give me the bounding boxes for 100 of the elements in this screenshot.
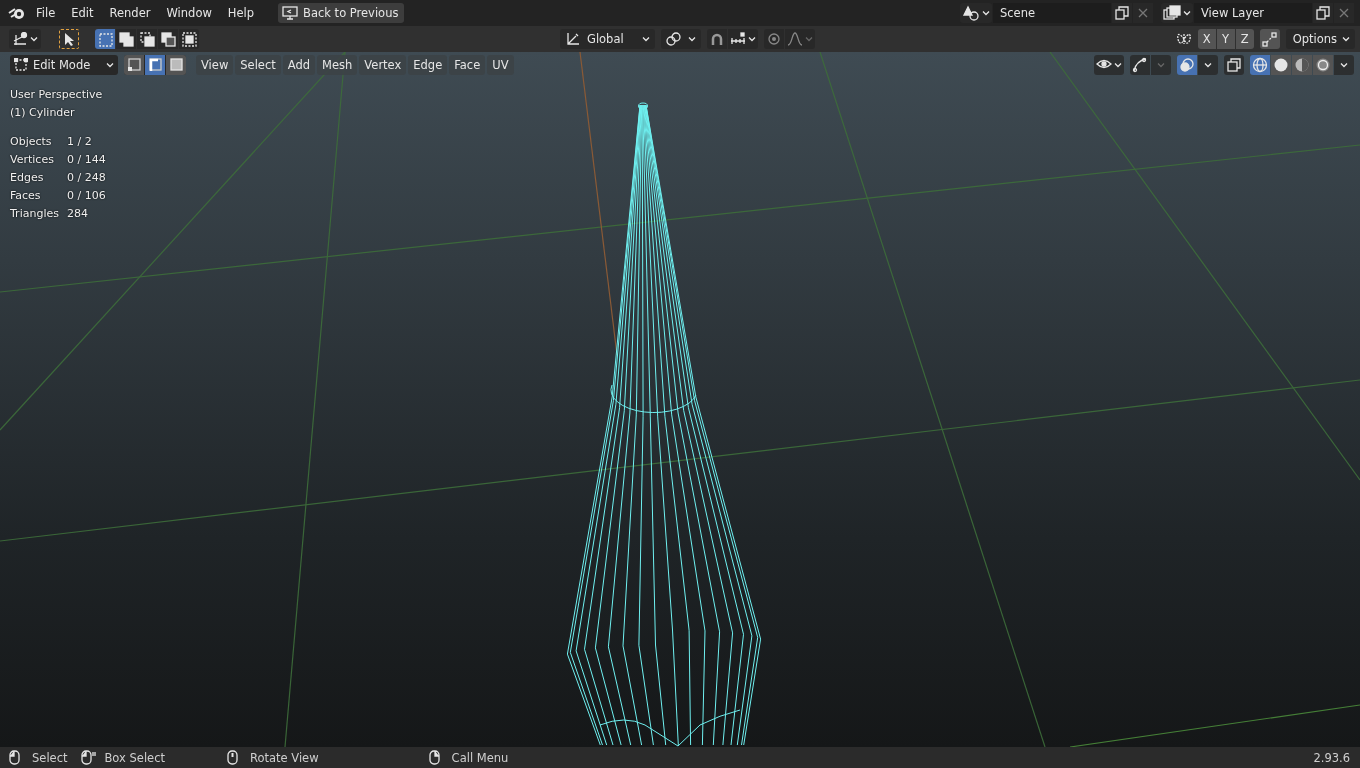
selection-mode-button[interactable]: [179, 29, 199, 49]
cursor-icon: [63, 32, 75, 46]
scene-field[interactable]: Scene: [993, 3, 1111, 23]
shading-mode-button[interactable]: [1250, 54, 1270, 75]
x-ray-icon: [1227, 57, 1241, 72]
shading-sphere-icon: [1252, 56, 1268, 73]
object-name: (1) Cylinder: [10, 105, 75, 121]
select-mode-icon: [147, 57, 163, 72]
shading-dropdown[interactable]: [1334, 54, 1354, 75]
duplicate-button[interactable]: [1112, 3, 1132, 23]
view-layer-field[interactable]: View Layer: [1194, 3, 1312, 23]
back-to-previous-button[interactable]: Back to Previous: [278, 3, 405, 23]
select-mode-button[interactable]: [124, 54, 144, 75]
close-button[interactable]: [1334, 3, 1354, 23]
mirror-axis-toggle[interactable]: Y: [1216, 29, 1235, 49]
view-layer-selector[interactable]: [1161, 3, 1193, 23]
menu-button[interactable]: Face: [449, 54, 486, 75]
snap-mode-dropdown[interactable]: [727, 29, 758, 49]
visibility-dropdown[interactable]: [1094, 54, 1124, 75]
shortcut-hint: Box Select: [104, 750, 165, 765]
view-name: User Perspective: [10, 87, 103, 103]
mouse-icon: [81, 750, 97, 765]
stat-label: Vertices: [10, 152, 54, 168]
merge-icon: [1262, 31, 1278, 47]
shortcut-hint: Rotate View: [250, 750, 319, 765]
snap-toggle[interactable]: [706, 29, 727, 49]
shortcut-hint: Call Menu: [451, 750, 509, 765]
caret-icon: [641, 36, 650, 42]
copy-icon: [1115, 6, 1129, 20]
caret-icon: [1157, 61, 1165, 68]
stat-label: Objects: [10, 134, 52, 150]
overlays-dropdown[interactable]: [1198, 54, 1218, 75]
editor-type-button[interactable]: [9, 29, 41, 49]
overlays-toggle[interactable]: [1177, 54, 1197, 75]
edit-mode-icon: [14, 57, 28, 72]
orientation-dropdown[interactable]: Global: [559, 29, 655, 49]
circle-dot-icon: [766, 32, 781, 46]
magnet-icon: [709, 32, 724, 46]
menu-button[interactable]: Select: [235, 54, 281, 75]
mode-dropdown[interactable]: Edit Mode: [10, 54, 118, 75]
menu-button[interactable]: View: [196, 54, 234, 75]
stat-label: Triangles: [10, 206, 59, 222]
menu-item[interactable]: Help: [219, 6, 263, 20]
select-tool-button[interactable]: [59, 29, 79, 49]
mirror-axis-toggle[interactable]: Z: [1235, 29, 1254, 49]
select-mode-icon: [126, 57, 142, 72]
proportional-edit-toggle[interactable]: [763, 29, 784, 49]
transform-orientation-icon: [564, 31, 581, 47]
caret-icon: [106, 61, 114, 68]
close-icon: [1338, 7, 1350, 19]
menu-item[interactable]: Edit: [63, 6, 102, 20]
gizmo-toggle[interactable]: [1130, 54, 1150, 75]
selection-mode-button[interactable]: [116, 29, 136, 49]
falloff-curve-icon: [786, 32, 803, 46]
butterfly-icon[interactable]: [1175, 31, 1192, 47]
stat-value: 0 / 106: [66, 188, 106, 204]
axes-icon: [12, 32, 28, 46]
caret-icon: [30, 36, 38, 42]
menu-button[interactable]: Vertex: [359, 54, 407, 75]
menu-item[interactable]: File: [28, 6, 64, 20]
shading-sphere-icon: [1273, 56, 1289, 73]
caret-icon: [1340, 61, 1348, 68]
overlay-circles-icon: [1179, 56, 1195, 73]
select-mode-button[interactable]: [145, 54, 165, 75]
selection-mode-icon: [181, 31, 197, 47]
falloff-dropdown[interactable]: [784, 29, 815, 49]
selection-mode-button[interactable]: [158, 29, 178, 49]
x-ray-toggle[interactable]: [1224, 54, 1244, 75]
close-button[interactable]: [1133, 3, 1153, 23]
select-mode-button[interactable]: [166, 54, 186, 75]
caret-icon: [747, 36, 756, 42]
pivot-dropdown[interactable]: [660, 29, 701, 49]
version-label: 2.93.6: [1313, 750, 1350, 765]
stat-value: 0 / 248: [66, 170, 106, 186]
duplicate-button[interactable]: [1313, 3, 1333, 23]
caret-icon: [804, 36, 813, 42]
shading-sphere-icon: [1315, 56, 1331, 73]
scene-selector[interactable]: [960, 3, 992, 23]
menu-item[interactable]: Render: [101, 6, 159, 20]
menu-button[interactable]: Add: [282, 54, 316, 75]
selection-mode-icon: [118, 31, 134, 47]
shading-mode-button[interactable]: [1271, 54, 1291, 75]
selection-mode-icon: [160, 31, 176, 47]
shading-sphere-icon: [1294, 56, 1310, 73]
stat-value: 1 / 2: [66, 134, 92, 150]
selection-mode-icon: [97, 31, 113, 47]
menu-item[interactable]: Window: [158, 6, 220, 20]
stat-label: Faces: [10, 188, 41, 204]
options-dropdown[interactable]: Options: [1285, 29, 1355, 49]
selection-mode-button[interactable]: [137, 29, 157, 49]
menu-button[interactable]: UV: [487, 54, 514, 75]
shading-mode-button[interactable]: [1292, 54, 1312, 75]
auto-merge-toggle[interactable]: [1259, 29, 1280, 49]
menu-button[interactable]: Mesh: [317, 54, 358, 75]
menu-button[interactable]: Edge: [408, 54, 448, 75]
caret-icon: [687, 36, 696, 42]
link-icon: [665, 32, 682, 46]
mirror-axis-toggle[interactable]: X: [1197, 29, 1216, 49]
shading-mode-button[interactable]: [1313, 54, 1333, 75]
select-mode-icon: [168, 57, 184, 72]
